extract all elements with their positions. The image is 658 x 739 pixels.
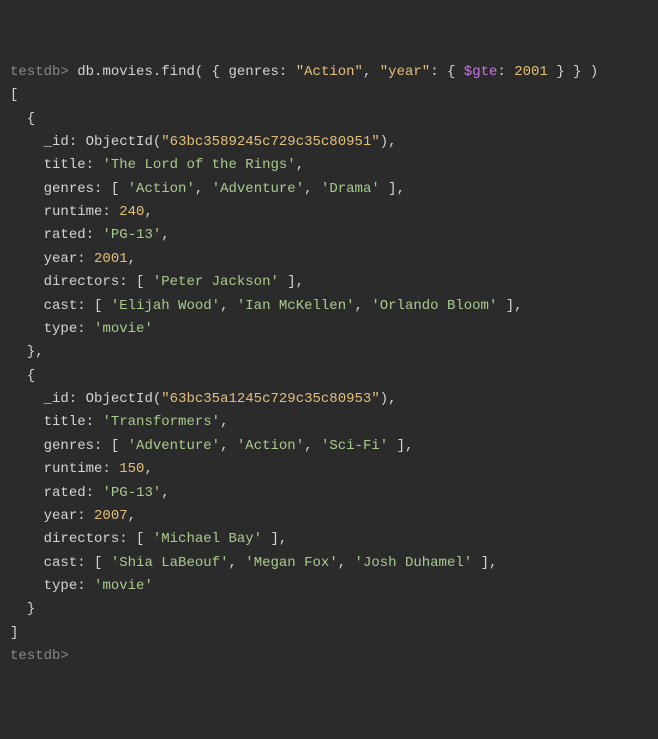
array-close: ] [10, 625, 18, 641]
array-open: [ [10, 87, 18, 103]
result-doc-0: { _id: ObjectId("63bc3589245c729c35c8095… [10, 111, 523, 361]
result-doc-1: { _id: ObjectId("63bc35a1245c729c35c8095… [10, 368, 497, 618]
query-command: db.movies.find( { genres: "Action", "yea… [77, 64, 598, 80]
terminal-output: testdb> db.movies.find( { genres: "Actio… [10, 61, 648, 669]
prompt-line-2[interactable]: testdb> [10, 648, 69, 664]
prompt-line-1: testdb> [10, 64, 77, 80]
